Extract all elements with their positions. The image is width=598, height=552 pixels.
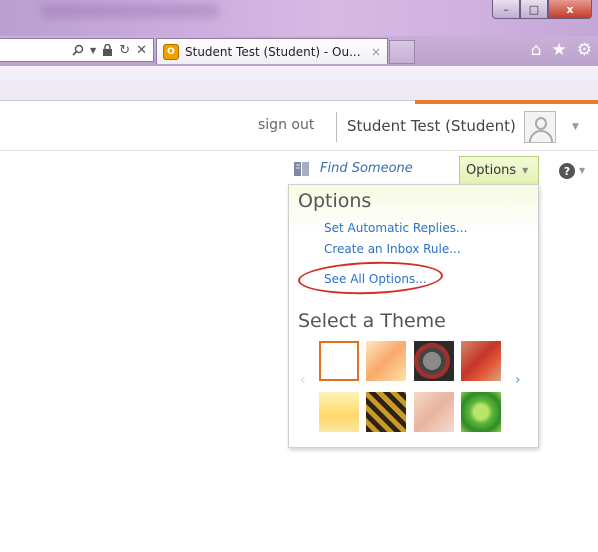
theme-next-icon[interactable]: ›: [515, 372, 521, 388]
set-automatic-replies-link[interactable]: Set Automatic Replies...: [324, 221, 467, 235]
avatar-body: [529, 130, 553, 142]
home-icon[interactable]: ⌂: [531, 40, 542, 60]
options-label: Options: [466, 163, 517, 178]
theme-thumbnail[interactable]: [461, 341, 501, 381]
window-controls: – □ x: [492, 0, 592, 20]
theme-thumbnail[interactable]: [319, 392, 359, 432]
see-all-options-link[interactable]: See All Options...: [324, 272, 427, 286]
lock-icon[interactable]: [102, 44, 113, 56]
avatar[interactable]: [524, 111, 556, 143]
chevron-down-icon[interactable]: ▼: [579, 166, 585, 175]
theme-thumbnail[interactable]: [414, 392, 454, 432]
gear-icon[interactable]: ⚙: [577, 40, 592, 60]
theme-thumbnail[interactable]: [461, 392, 501, 432]
chevron-down-icon: ▼: [522, 166, 529, 175]
theme-thumbnail[interactable]: [414, 341, 454, 381]
theme-thumbnail[interactable]: [366, 341, 406, 381]
theme-prev-icon[interactable]: ‹: [300, 372, 306, 388]
options-button[interactable]: Options ▼: [459, 156, 539, 184]
star-icon[interactable]: ★: [552, 40, 567, 60]
tab-close-icon[interactable]: ×: [371, 45, 381, 59]
address-book-icon[interactable]: [293, 161, 311, 177]
options-heading: Options: [298, 190, 372, 212]
new-tab-button[interactable]: [389, 40, 415, 64]
search-icon[interactable]: [72, 44, 84, 56]
help-icon[interactable]: ?: [559, 163, 575, 179]
address-bar[interactable]: ▼ ↻ ✕: [0, 38, 154, 62]
close-button[interactable]: x: [548, 0, 592, 19]
favorites-bar: [0, 66, 598, 101]
find-someone-link[interactable]: Find Someone: [320, 161, 413, 176]
avatar-head: [535, 117, 547, 130]
user-name[interactable]: Student Test (Student): [347, 117, 516, 135]
tab-student-test[interactable]: O Student Test (Student) - Ou... ×: [156, 38, 388, 64]
theme-thumbnail-selected[interactable]: [319, 341, 359, 381]
dropdown-icon[interactable]: ▼: [90, 46, 96, 55]
stop-icon[interactable]: ✕: [136, 43, 147, 58]
theme-heading: Select a Theme: [298, 310, 446, 332]
maximize-button[interactable]: □: [520, 0, 548, 19]
divider: [336, 112, 337, 142]
sign-out-link[interactable]: sign out: [258, 117, 314, 133]
titlebar-decoration: [40, 4, 220, 18]
minimize-button[interactable]: –: [492, 0, 520, 19]
theme-thumbnail[interactable]: [366, 392, 406, 432]
refresh-icon[interactable]: ↻: [119, 43, 130, 58]
create-inbox-rule-link[interactable]: Create an Inbox Rule...: [324, 242, 461, 256]
window-titlebar: – □ x: [0, 0, 598, 36]
chevron-down-icon[interactable]: ▼: [572, 122, 579, 132]
outlook-icon: O: [163, 43, 179, 60]
browser-toolbar-right: ⌂ ★ ⚙: [531, 40, 592, 60]
tab-title: Student Test (Student) - Ou...: [185, 44, 361, 59]
